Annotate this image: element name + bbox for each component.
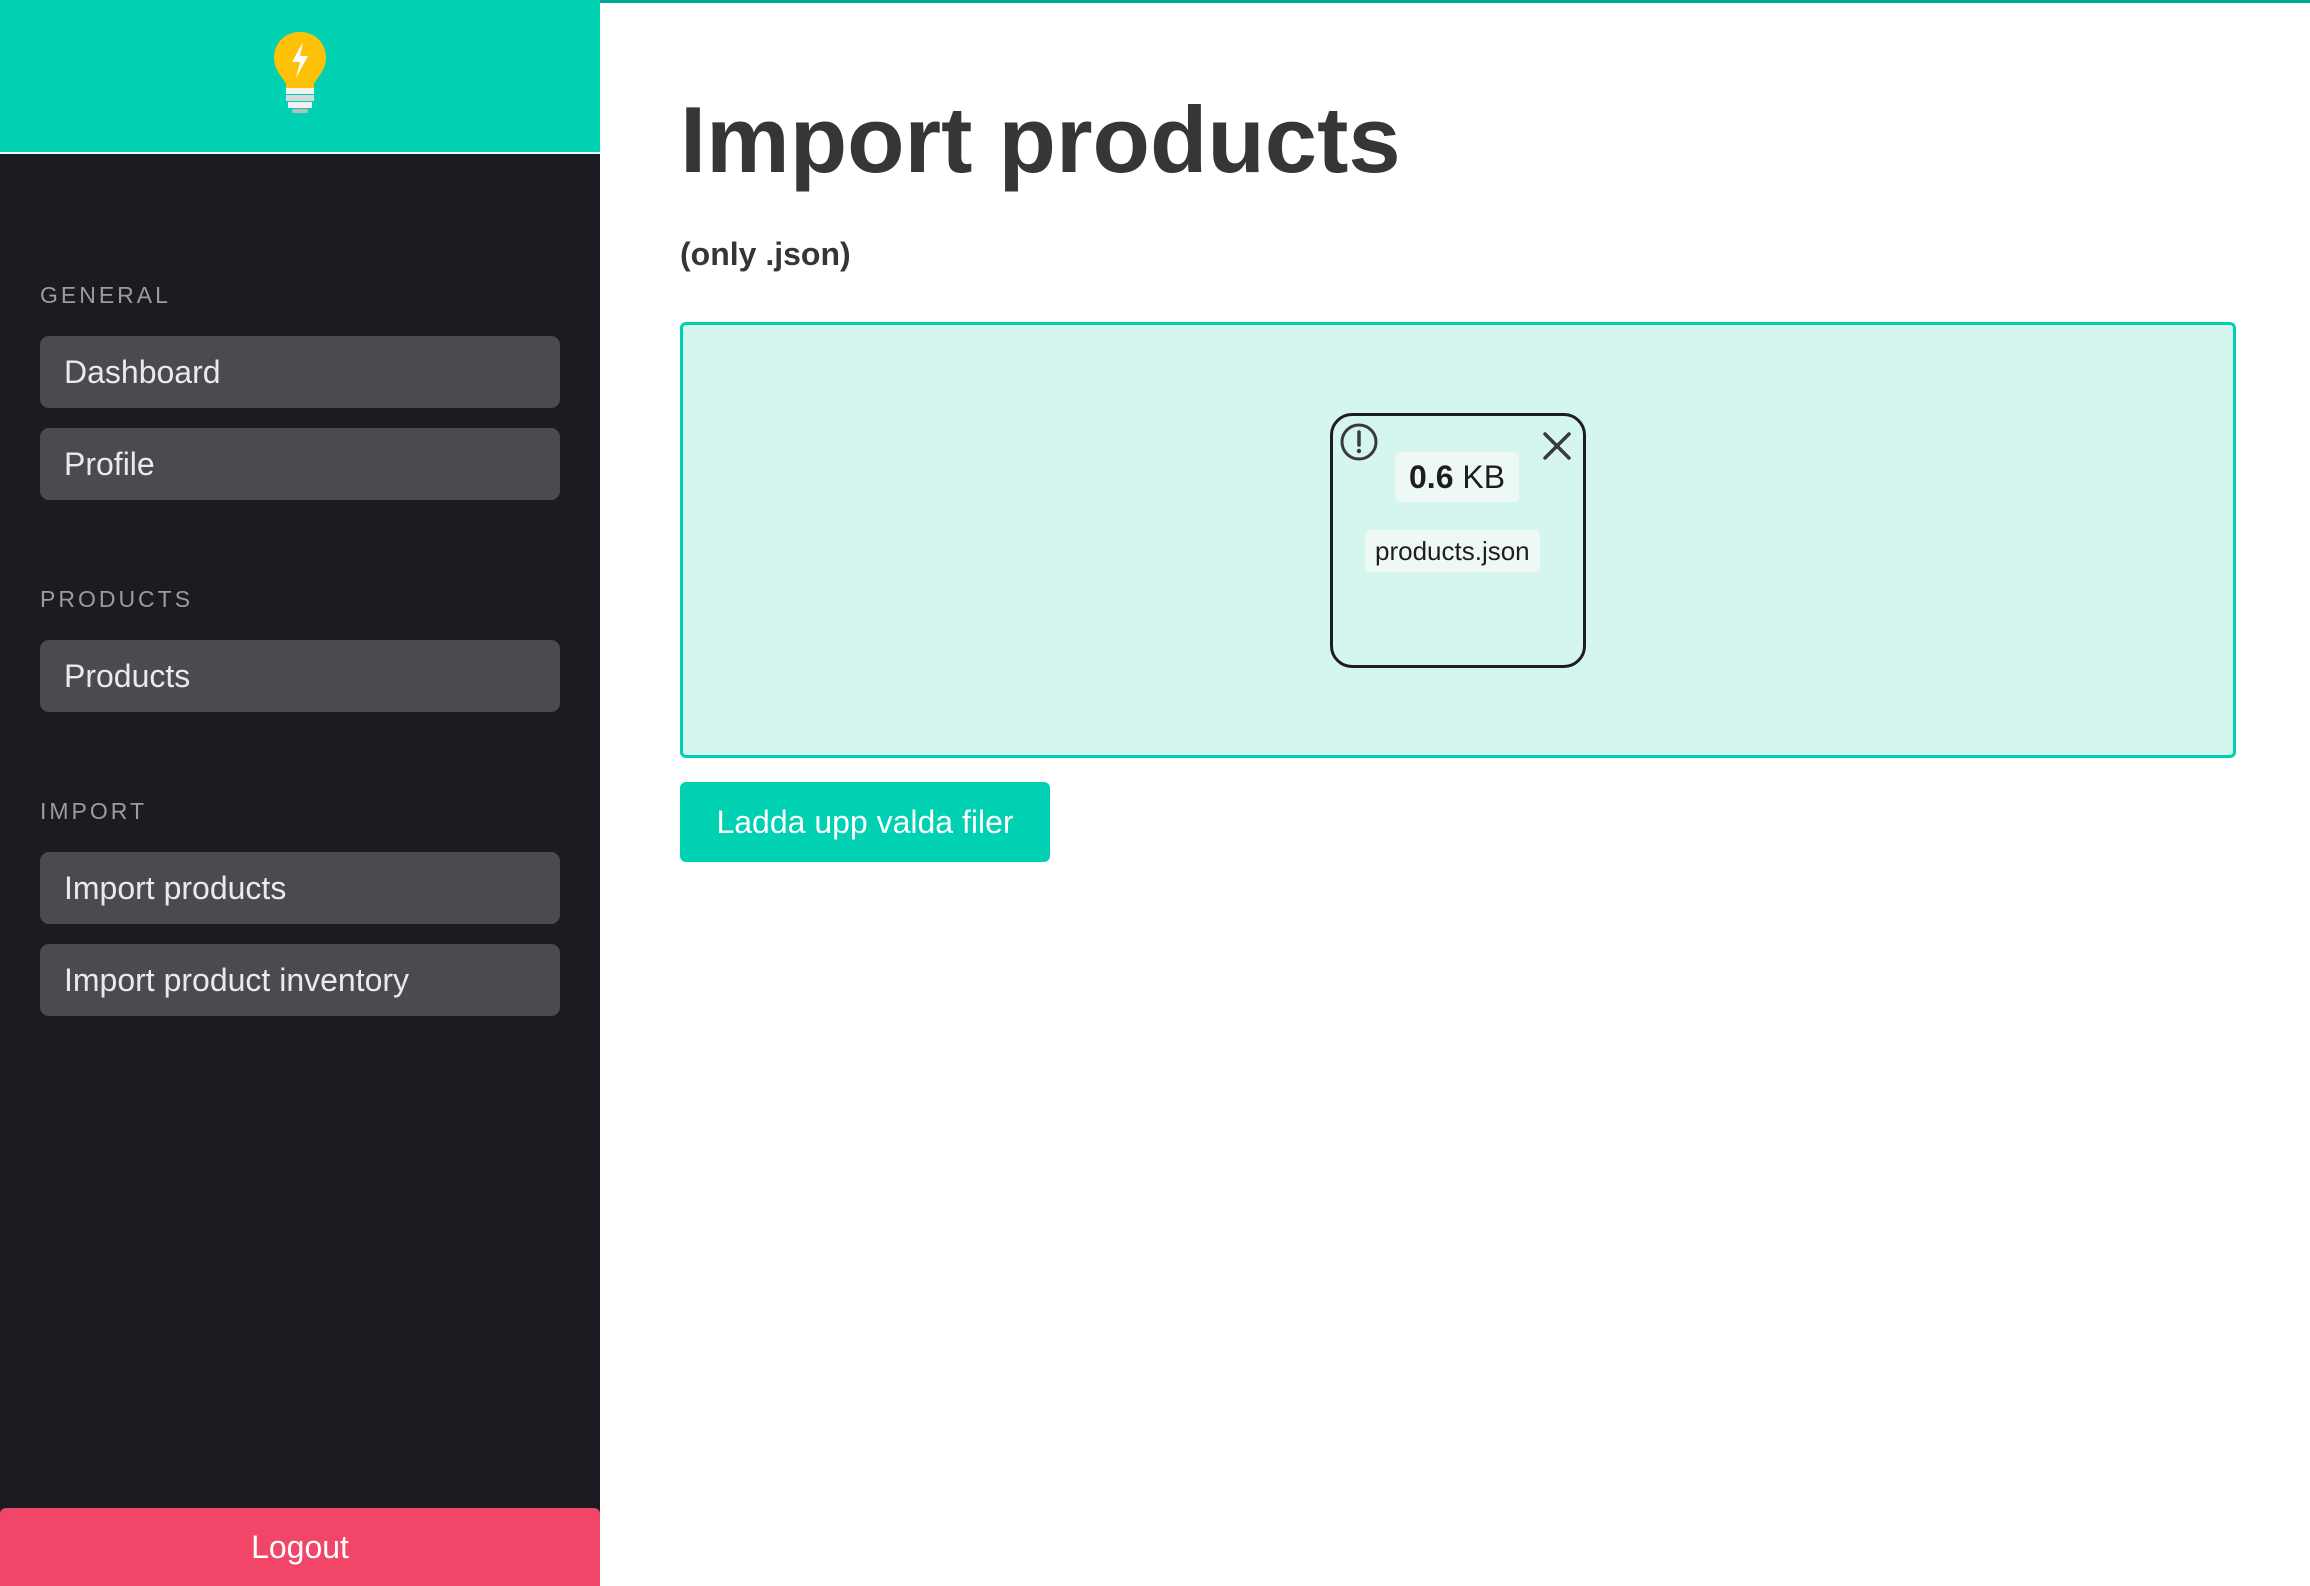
alert-circle-icon bbox=[1340, 423, 1378, 461]
sidebar-item-dashboard[interactable]: Dashboard bbox=[40, 336, 560, 408]
menu-label-import: IMPORT bbox=[40, 798, 148, 824]
lightbulb-bolt-icon[interactable] bbox=[272, 30, 328, 114]
upload-selected-files-button[interactable]: Ladda upp valda filer bbox=[680, 782, 1050, 862]
sidebar-item-import-products[interactable]: Import products bbox=[40, 852, 560, 924]
sidebar-item-import-product-inventory[interactable]: Import product inventory bbox=[40, 944, 560, 1016]
file-type-hint: (only .json) bbox=[680, 236, 851, 272]
file-size: 0.6 KB bbox=[1395, 452, 1520, 502]
file-size-unit: KB bbox=[1462, 459, 1506, 495]
sidebar-item-products[interactable]: Products bbox=[40, 640, 560, 712]
logout-button[interactable]: Logout bbox=[0, 1508, 600, 1586]
close-icon[interactable] bbox=[1541, 430, 1573, 462]
sidebar-item-profile[interactable]: Profile bbox=[40, 428, 560, 500]
main-content: Import products (only .json) 0.6 KB prod… bbox=[600, 0, 2310, 1586]
page-title: Import products bbox=[680, 87, 1401, 192]
file-name: products.json bbox=[1365, 530, 1540, 572]
sidebar-header bbox=[0, 0, 600, 154]
file-preview-card: 0.6 KB products.json bbox=[1330, 413, 1586, 668]
file-size-value: 0.6 bbox=[1409, 459, 1454, 495]
menu-label-products: PRODUCTS bbox=[40, 586, 194, 612]
menu-label-general: GENERAL bbox=[40, 282, 171, 308]
sidebar: GENERAL Dashboard Profile PRODUCTS Produ… bbox=[0, 0, 600, 1586]
